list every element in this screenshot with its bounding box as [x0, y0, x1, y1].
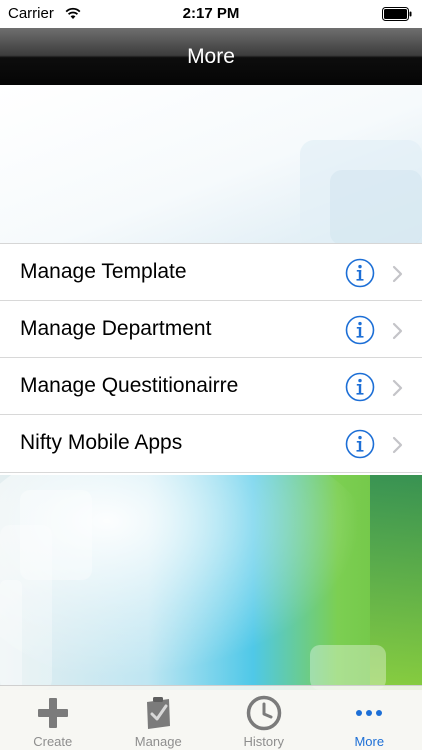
tab-manage[interactable]: Manage — [106, 686, 212, 750]
list-item-manage-questionnaire[interactable]: Manage Questitionairre — [0, 358, 422, 415]
list-item-manage-template[interactable]: Manage Template — [0, 244, 422, 301]
list-item-manage-department[interactable]: Manage Department — [0, 301, 422, 358]
chevron-right-icon — [392, 379, 403, 397]
clock-icon — [246, 695, 281, 731]
chevron-right-icon — [392, 265, 403, 283]
tab-label: History — [243, 734, 284, 749]
list-item-label: Manage Template — [20, 260, 187, 283]
info-icon[interactable] — [345, 372, 375, 402]
list-item-label: Manage Questitionairre — [20, 374, 239, 397]
list-item-nifty-mobile-apps[interactable]: Nifty Mobile Apps — [0, 415, 422, 473]
info-icon[interactable] — [345, 429, 375, 459]
clipboard-check-icon — [147, 697, 171, 729]
tab-label: Create — [33, 734, 73, 749]
navigation-bar: More — [0, 28, 422, 85]
status-time: 2:17 PM — [182, 5, 240, 22]
plus-icon — [37, 698, 68, 728]
tab-more[interactable]: More — [317, 686, 422, 750]
more-dots-icon — [356, 710, 383, 716]
page-title: More — [187, 45, 235, 68]
status-bar: Carrier 2:17 PM — [0, 0, 422, 28]
tab-bar: Create Manage History More — [0, 685, 422, 750]
tab-label: Manage — [134, 734, 182, 749]
app-screen: Carrier 2:17 PM More Manage Template Man… — [0, 0, 422, 750]
tab-create[interactable]: Create — [0, 686, 106, 750]
battery-icon — [382, 7, 412, 21]
list-item-label: Nifty Mobile Apps — [20, 431, 183, 454]
info-icon[interactable] — [345, 258, 375, 288]
chevron-right-icon — [392, 436, 403, 454]
tab-history[interactable]: History — [211, 686, 317, 750]
list-item-label: Manage Department — [20, 317, 212, 340]
more-menu-list: Manage Template Manage Department Manage… — [0, 243, 422, 473]
chevron-right-icon — [392, 322, 403, 340]
tab-label: More — [354, 734, 385, 749]
info-icon[interactable] — [345, 315, 375, 345]
